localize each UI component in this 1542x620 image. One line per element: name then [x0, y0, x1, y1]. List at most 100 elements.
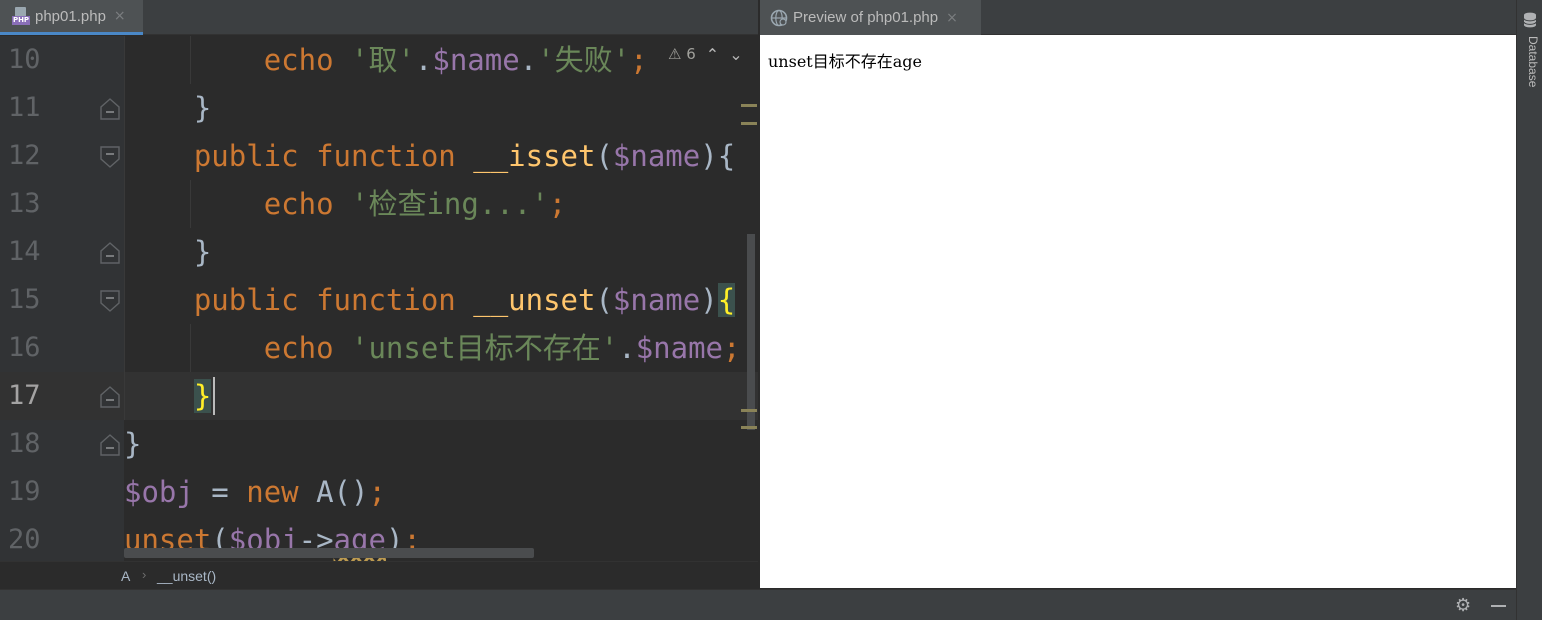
chevron-down-icon[interactable]: ⌄	[729, 45, 742, 64]
warning-count-value: 6	[686, 45, 696, 63]
code-token: function	[316, 139, 456, 173]
line-number[interactable]: 20	[8, 516, 68, 561]
code-line[interactable]: 10 echo '取'.$name.'失败';	[0, 36, 758, 84]
preview-tab-label: Preview of php01.php	[793, 9, 939, 26]
code-token: $name	[635, 331, 723, 365]
scroll-marker[interactable]	[741, 426, 757, 429]
preview-tab-bar: Preview of php01.php ×	[760, 0, 1516, 35]
code-token: $name	[612, 139, 701, 173]
code-token: =	[193, 475, 247, 509]
code-line[interactable]: 16 echo 'unset目标不存在'.$name;	[0, 324, 758, 372]
preview-output-text: unset目标不存在age	[768, 52, 922, 71]
code-line[interactable]: 19 $obj = new A();	[0, 468, 758, 516]
line-number[interactable]: 12	[8, 132, 68, 180]
fold-end-icon[interactable]	[100, 434, 120, 456]
code-token: echo	[263, 43, 334, 77]
code-line[interactable]: 12 public function __isset($name){	[0, 132, 758, 180]
code-token: ;	[548, 187, 567, 221]
code-token: new	[246, 475, 299, 509]
code-token: A()	[298, 475, 369, 509]
fold-end-icon[interactable]	[100, 386, 120, 408]
code-token: (	[595, 283, 613, 317]
code-editor[interactable]: 10 echo '取'.$name.'失败'; 11 } 12 public fun…	[0, 36, 758, 561]
code-token: __unset	[473, 283, 596, 317]
database-tool-label[interactable]: Database	[1520, 36, 1540, 87]
scroll-marker[interactable]	[741, 104, 757, 107]
code-token: )	[700, 283, 718, 317]
tab-preview[interactable]: Preview of php01.php ×	[760, 0, 981, 35]
scroll-marker[interactable]	[741, 409, 757, 412]
code-token: }	[193, 91, 212, 125]
code-token: 'unset目标不存在'	[351, 331, 619, 365]
fold-collapse-icon[interactable]	[100, 290, 120, 312]
minimize-icon[interactable]	[1491, 605, 1506, 607]
code-text: $obj = new A();	[124, 468, 386, 516]
fold-end-icon[interactable]	[100, 98, 120, 120]
text-caret	[213, 377, 215, 415]
code-line[interactable]: 15 public function __unset($name){	[0, 276, 758, 324]
gear-icon[interactable]: ⚙	[1455, 597, 1473, 615]
code-text: }	[124, 84, 211, 132]
line-number[interactable]: 15	[8, 276, 68, 324]
vertical-scrollbar[interactable]	[747, 234, 755, 430]
code-token: '检查ing...'	[351, 187, 549, 221]
preview-content[interactable]: unset目标不存在age	[760, 35, 1516, 588]
code-line[interactable]: 14 }	[0, 228, 758, 276]
code-token: ;	[368, 475, 386, 509]
line-number[interactable]: 13	[8, 180, 68, 228]
tab-php01[interactable]: PHP php01.php ×	[0, 0, 143, 35]
close-icon[interactable]: ×	[114, 8, 126, 24]
code-text: }	[124, 420, 141, 468]
code-token: function	[316, 283, 456, 317]
code-line[interactable]: 13 echo '检查ing...';	[0, 180, 758, 228]
code-token: ;	[723, 331, 741, 365]
right-tool-strip: Database	[1516, 0, 1542, 620]
database-icon[interactable]	[1523, 12, 1537, 28]
line-number[interactable]: 10	[8, 36, 68, 84]
inspection-widget[interactable]: ⚠ 6 ⌃ ⌄	[660, 38, 758, 70]
indent-guide	[190, 180, 191, 228]
code-line[interactable]: 18}	[0, 420, 758, 468]
code-token: public	[193, 139, 299, 173]
line-number[interactable]: 18	[8, 420, 68, 468]
code-text: public function __isset($name){	[124, 132, 735, 180]
code-token: (	[595, 139, 613, 173]
code-token: echo	[263, 187, 334, 221]
code-line[interactable]: 17 }	[0, 372, 758, 420]
breadcrumb-class[interactable]: A	[121, 568, 130, 584]
code-token: $name	[432, 43, 520, 77]
fold-end-icon[interactable]	[100, 242, 120, 264]
status-bar: ⚙	[0, 589, 1516, 620]
code-token: .	[618, 331, 636, 365]
code-token: ){	[700, 139, 736, 173]
chevron-up-icon[interactable]: ⌃	[706, 45, 719, 64]
scroll-marker[interactable]	[741, 122, 757, 125]
fold-collapse-icon[interactable]	[100, 146, 120, 168]
close-icon[interactable]: ×	[946, 10, 958, 26]
code-token: ;	[630, 43, 648, 77]
line-number[interactable]: 14	[8, 228, 68, 276]
code-token: __isset	[473, 139, 596, 173]
indent-guide	[190, 324, 191, 372]
breadcrumb-method[interactable]: __unset()	[157, 568, 216, 584]
breadcrumb: A › __unset()	[0, 561, 758, 589]
code-line[interactable]: 11 }	[0, 84, 758, 132]
code-token: .	[519, 43, 538, 77]
code-text: public function __unset($name){	[124, 276, 736, 324]
line-number[interactable]: 16	[8, 324, 68, 372]
line-number[interactable]: 19	[8, 468, 68, 516]
code-token: }	[124, 427, 142, 461]
code-token: .	[414, 43, 433, 77]
warning-count[interactable]: ⚠ 6	[668, 45, 696, 63]
code-token: $name	[612, 283, 701, 317]
code-token: echo	[263, 331, 334, 365]
breadcrumb-separator: ›	[142, 567, 147, 582]
horizontal-scrollbar[interactable]	[124, 548, 534, 558]
line-number[interactable]: 17	[8, 372, 68, 420]
line-number[interactable]: 11	[8, 84, 68, 132]
